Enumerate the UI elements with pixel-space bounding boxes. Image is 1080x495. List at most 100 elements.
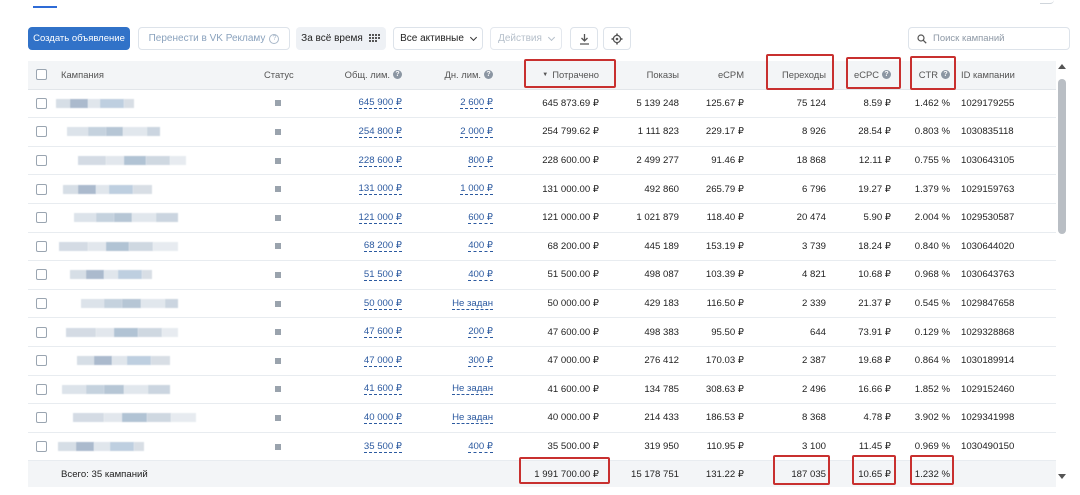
table-row[interactable]: 131 000 ₽ 1 000 ₽ 131 000.00 ₽ 492 860 265.7…: [28, 175, 1056, 204]
total-limit-link[interactable]: 131 000 ₽: [328, 175, 402, 203]
table-row[interactable]: 51 500 ₽ 400 ₽ 51 500.00 ₽ 498 087 103.39 ₽ 4…: [28, 261, 1056, 290]
total-limit-value[interactable]: 47 600 ₽: [363, 326, 402, 339]
table-row[interactable]: 50 000 ₽ Не задан 50 000.00 ₽ 429 183 116.50…: [28, 290, 1056, 319]
total-limit-link[interactable]: 47 000 ₽: [328, 347, 402, 375]
daily-limit-value[interactable]: 2 600 ₽: [460, 97, 493, 110]
table-row[interactable]: 40 000 ₽ Не задан 40 000.00 ₽ 214 433 186.53…: [28, 404, 1056, 433]
row-checkbox[interactable]: [36, 404, 47, 432]
actions-select[interactable]: Действия: [490, 27, 562, 50]
row-checkbox[interactable]: [36, 147, 47, 175]
campaign-name-redacted[interactable]: [74, 204, 178, 232]
move-to-vk-ads-button[interactable]: Перенести в VK Рекламу ?: [138, 27, 290, 50]
daily-limit-link[interactable]: Не задан: [408, 404, 493, 432]
total-limit-link[interactable]: 40 000 ₽: [328, 404, 402, 432]
total-limit-value[interactable]: 35 500 ₽: [363, 441, 402, 453]
create-ad-button[interactable]: Создать объявление: [28, 27, 130, 50]
help-icon[interactable]: ?: [882, 70, 891, 80]
total-limit-value[interactable]: 645 900 ₽: [358, 97, 402, 110]
table-row[interactable]: 47 600 ₽ 200 ₽ 47 600.00 ₽ 498 383 95.50 ₽ 64…: [28, 318, 1056, 347]
table-row[interactable]: 41 600 ₽ Не задан 41 600.00 ₽ 134 785 308.63…: [28, 376, 1056, 405]
daily-limit-value[interactable]: 600 ₽: [468, 212, 493, 224]
col-campaign-id[interactable]: ID кампании: [961, 61, 1015, 89]
table-row[interactable]: 254 800 ₽ 2 000 ₽ 254 799.62 ₽ 1 111 823 229…: [28, 118, 1056, 147]
daily-limit-link[interactable]: 2 000 ₽: [408, 118, 493, 146]
total-limit-link[interactable]: 121 000 ₽: [328, 204, 402, 232]
total-limit-value[interactable]: 50 000 ₽: [363, 298, 402, 310]
download-button[interactable]: [570, 27, 598, 50]
campaign-name-redacted[interactable]: [66, 318, 178, 346]
total-limit-value[interactable]: 228 600 ₽: [358, 155, 402, 167]
total-limit-value[interactable]: 51 500 ₽: [363, 269, 402, 281]
help-icon[interactable]: ?: [269, 33, 280, 44]
campaign-name-redacted[interactable]: [56, 90, 134, 118]
row-checkbox[interactable]: [36, 204, 47, 232]
campaign-name-redacted[interactable]: [70, 261, 152, 289]
total-limit-link[interactable]: 228 600 ₽: [328, 147, 402, 175]
help-icon[interactable]: ?: [484, 70, 493, 80]
settings-button[interactable]: [603, 27, 631, 50]
daily-limit-link[interactable]: 2 600 ₽: [408, 90, 493, 118]
row-checkbox[interactable]: [36, 175, 47, 203]
total-limit-value[interactable]: 121 000 ₽: [358, 212, 402, 224]
total-limit-link[interactable]: 254 800 ₽: [328, 118, 402, 146]
table-row[interactable]: 68 200 ₽ 400 ₽ 68 200.00 ₽ 445 189 153.19 ₽ 3…: [28, 233, 1056, 262]
daily-limit-value[interactable]: 200 ₽: [468, 326, 493, 339]
total-limit-link[interactable]: 51 500 ₽: [328, 261, 402, 289]
total-limit-link[interactable]: 35 500 ₽: [328, 433, 402, 461]
select-all-checkbox[interactable]: [36, 61, 47, 89]
total-limit-value[interactable]: 254 800 ₽: [358, 126, 402, 138]
row-checkbox[interactable]: [36, 433, 47, 461]
scrollbar-thumb[interactable]: [1058, 79, 1066, 234]
total-limit-link[interactable]: 47 600 ₽: [328, 318, 402, 346]
campaign-name-redacted[interactable]: [67, 118, 160, 146]
col-campaign[interactable]: Кампания: [61, 61, 104, 89]
col-status[interactable]: Статус: [264, 61, 294, 89]
table-row[interactable]: 35 500 ₽ 400 ₽ 35 500.00 ₽ 319 950 110.95 ₽ 3…: [28, 433, 1056, 462]
daily-limit-link[interactable]: 400 ₽: [408, 261, 493, 289]
daily-limit-link[interactable]: 400 ₽: [408, 233, 493, 261]
help-icon[interactable]: ?: [393, 70, 402, 80]
daily-limit-link[interactable]: 1 000 ₽: [408, 175, 493, 203]
row-checkbox[interactable]: [36, 376, 47, 404]
scroll-down-arrow-icon[interactable]: [1058, 474, 1066, 479]
campaign-name-redacted[interactable]: [78, 147, 186, 175]
daily-limit-link[interactable]: Не задан: [408, 290, 493, 318]
row-checkbox[interactable]: [36, 347, 47, 375]
daily-limit-value[interactable]: Не задан: [452, 298, 493, 310]
total-limit-link[interactable]: 41 600 ₽: [328, 376, 402, 404]
row-checkbox[interactable]: [36, 318, 47, 346]
campaign-name-redacted[interactable]: [63, 175, 152, 203]
row-checkbox[interactable]: [36, 261, 47, 289]
daily-limit-value[interactable]: 400 ₽: [468, 441, 493, 453]
daily-limit-link[interactable]: 200 ₽: [408, 318, 493, 346]
campaign-name-redacted[interactable]: [73, 404, 196, 432]
col-total-limit[interactable]: Общ. лим.?: [328, 61, 402, 89]
campaign-name-redacted[interactable]: [81, 290, 178, 318]
status-filter-select[interactable]: Все активные: [393, 27, 483, 50]
daily-limit-value[interactable]: Не задан: [452, 383, 493, 396]
total-limit-link[interactable]: 645 900 ₽: [328, 90, 402, 118]
col-daily-limit[interactable]: Дн. лим.?: [408, 61, 493, 89]
daily-limit-value[interactable]: 400 ₽: [468, 269, 493, 281]
table-row[interactable]: 228 600 ₽ 800 ₽ 228 600.00 ₽ 2 499 277 91.46…: [28, 147, 1056, 176]
search-input[interactable]: [933, 33, 1063, 44]
daily-limit-link[interactable]: Не задан: [408, 376, 493, 404]
campaign-name-redacted[interactable]: [77, 347, 170, 375]
daily-limit-link[interactable]: 400 ₽: [408, 433, 493, 461]
vertical-scrollbar[interactable]: [1057, 61, 1067, 486]
total-limit-value[interactable]: 68 200 ₽: [363, 240, 402, 253]
total-limit-link[interactable]: 68 200 ₽: [328, 233, 402, 261]
daily-limit-value[interactable]: 400 ₽: [468, 240, 493, 253]
daily-limit-link[interactable]: 300 ₽: [408, 347, 493, 375]
table-row[interactable]: 645 900 ₽ 2 600 ₽ 645 873.69 ₽ 5 139 248 125…: [28, 90, 1056, 119]
row-checkbox[interactable]: [36, 118, 47, 146]
total-limit-value[interactable]: 41 600 ₽: [363, 383, 402, 396]
campaign-name-redacted[interactable]: [62, 376, 170, 404]
col-spent[interactable]: ▼ Потрачено: [518, 61, 599, 89]
col-clicks[interactable]: Переходы: [753, 61, 826, 89]
campaign-name-redacted[interactable]: [58, 433, 144, 461]
scroll-up-arrow-icon[interactable]: [1058, 64, 1066, 69]
row-checkbox[interactable]: [36, 233, 47, 261]
total-limit-value[interactable]: 47 000 ₽: [363, 355, 402, 367]
total-limit-link[interactable]: 50 000 ₽: [328, 290, 402, 318]
